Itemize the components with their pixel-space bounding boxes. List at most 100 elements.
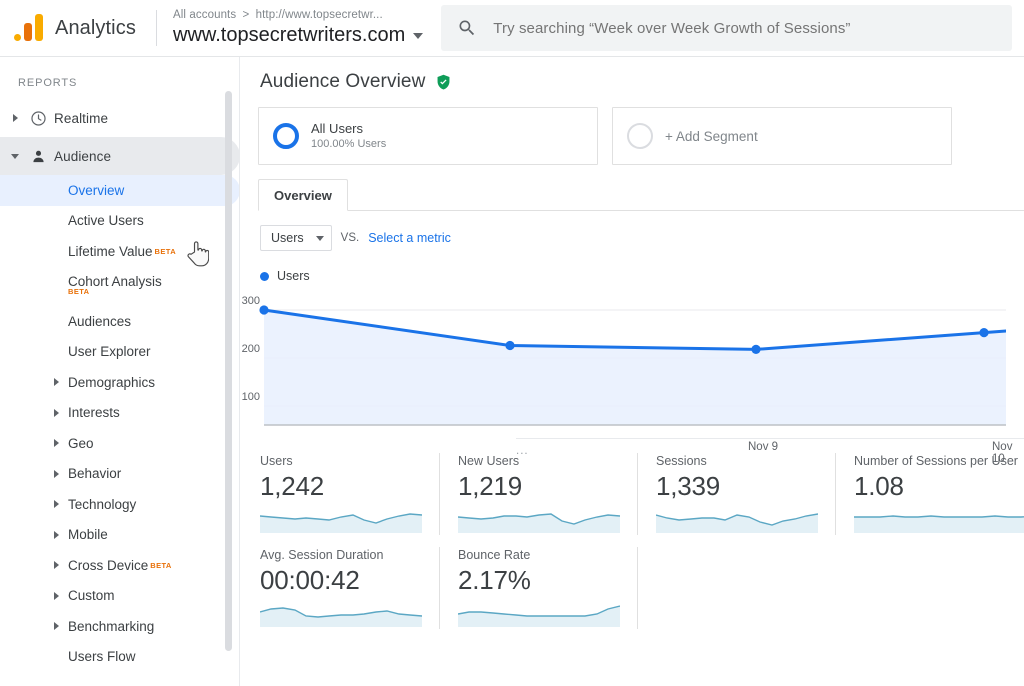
chevron-right-icon bbox=[54, 378, 68, 387]
vs-label: VS. bbox=[340, 232, 360, 244]
segment-ring-icon bbox=[273, 123, 299, 149]
sidebar-item-label: Geo bbox=[68, 435, 94, 451]
sidebar-item-audience[interactable]: Audience bbox=[0, 137, 240, 175]
sidebar-item-cross-device[interactable]: Cross Device BETA bbox=[0, 550, 240, 581]
metric-select-users[interactable]: Users bbox=[260, 225, 332, 251]
tab-overview[interactable]: Overview bbox=[258, 179, 348, 211]
metric-card-sessions[interactable]: Sessions 1,339 bbox=[656, 453, 836, 535]
chevron-right-icon bbox=[54, 530, 68, 539]
sparkline bbox=[458, 513, 620, 533]
sidebar-item-benchmarking[interactable]: Benchmarking bbox=[0, 611, 240, 642]
search-icon bbox=[459, 20, 475, 36]
sidebar-item-overview[interactable]: Overview bbox=[0, 175, 240, 206]
sidebar-section-label: REPORTS bbox=[18, 77, 78, 89]
metric-card-sessions-per-user[interactable]: Number of Sessions per User 1.08 bbox=[854, 453, 1024, 535]
tab-strip: Overview bbox=[258, 179, 1024, 211]
metric-card-value: 2.17% bbox=[458, 565, 531, 595]
sidebar-item-lifetime-value[interactable]: Lifetime Value BETA bbox=[0, 236, 240, 267]
chevron-right-icon bbox=[54, 561, 68, 570]
sidebar-item-behavior[interactable]: Behavior bbox=[0, 459, 240, 490]
metric-card-value: 1.08 bbox=[854, 471, 904, 501]
chart-bottom-divider bbox=[516, 438, 1024, 439]
add-segment-label: + Add Segment bbox=[665, 128, 758, 144]
chevron-down-icon bbox=[315, 235, 324, 241]
sidebar-item-custom[interactable]: Custom bbox=[0, 581, 240, 612]
metric-card-value: 00:00:42 bbox=[260, 565, 360, 595]
sidebar-item-user-explorer[interactable]: User Explorer bbox=[0, 337, 240, 368]
breadcrumb: All accounts > http://www.topsecretwr... bbox=[173, 8, 423, 23]
sidebar-item-label: Audience bbox=[54, 148, 112, 164]
ytick-100: 100 bbox=[242, 391, 260, 403]
beta-badge: BETA bbox=[154, 246, 177, 256]
sidebar-item-acquisition[interactable]: Acquisition bbox=[0, 680, 240, 686]
chevron-right-icon bbox=[54, 439, 68, 448]
add-segment-button[interactable]: + Add Segment bbox=[612, 107, 952, 165]
sidebar-item-audiences[interactable]: Audiences bbox=[0, 306, 240, 337]
sidebar-scrollbar[interactable] bbox=[225, 91, 232, 651]
select-a-metric-link[interactable]: Select a metric bbox=[368, 231, 451, 245]
sparkline bbox=[260, 607, 422, 627]
legend-dot-users bbox=[260, 271, 269, 281]
analytics-app: Analytics All accounts > http://www.tops… bbox=[0, 0, 1024, 686]
metric-card-label: New Users bbox=[458, 454, 520, 468]
sidebar-item-realtime[interactable]: Realtime bbox=[0, 99, 240, 137]
analytics-logo-icon bbox=[12, 13, 46, 43]
metric-card-bounce-rate[interactable]: Bounce Rate 2.17% bbox=[458, 547, 638, 629]
person-icon bbox=[22, 148, 54, 165]
sidebar-item-interests[interactable]: Interests bbox=[0, 398, 240, 429]
empty-ring-icon bbox=[627, 123, 653, 149]
metric-card-value: 1,339 bbox=[656, 471, 721, 501]
sidebar-item-label: User Explorer bbox=[68, 344, 151, 360]
metric-card-value: 1,219 bbox=[458, 471, 523, 501]
beta-badge: BETA bbox=[150, 560, 172, 570]
metric-card-users[interactable]: Users 1,242 bbox=[260, 453, 440, 535]
sparkline bbox=[854, 515, 1024, 533]
sidebar-item-label: Custom bbox=[68, 588, 115, 604]
sidebar-item-geo[interactable]: Geo bbox=[0, 428, 240, 459]
sidebar-item-users-flow[interactable]: Users Flow bbox=[0, 642, 240, 673]
account-name[interactable]: www.topsecretwriters.com bbox=[173, 23, 424, 48]
metric-card-value: 1,242 bbox=[260, 471, 325, 501]
sidebar-item-mobile[interactable]: Mobile bbox=[0, 520, 240, 551]
chevron-right-icon bbox=[54, 591, 68, 600]
chart-point bbox=[505, 340, 515, 351]
sidebar-item-demographics[interactable]: Demographics bbox=[0, 367, 240, 398]
sidebar-item-cohort-analysis[interactable]: Cohort Analysis BETA bbox=[0, 267, 240, 298]
sidebar-item-label: Audiences bbox=[68, 313, 132, 329]
green-shield-check-icon bbox=[437, 74, 450, 90]
chevron-down-icon bbox=[8, 153, 22, 159]
sidebar-item-active-users[interactable]: Active Users bbox=[0, 206, 240, 237]
legend-label-users: Users bbox=[277, 269, 310, 283]
segment-bar: All Users 100.00% Users + Add Segment bbox=[240, 107, 1024, 165]
search-box[interactable] bbox=[441, 5, 1012, 51]
users-over-time-chart[interactable]: 300 200 100 ... Nov 9 Nov 10 bbox=[240, 289, 1024, 465]
chevron-right-icon bbox=[54, 408, 68, 417]
metric-card-label: Bounce Rate bbox=[458, 548, 531, 562]
breadcrumb-property[interactable]: http://www.topsecretwr... bbox=[256, 9, 383, 21]
sidebar-item-technology[interactable]: Technology bbox=[0, 489, 240, 520]
account-selector[interactable]: All accounts > http://www.topsecretwr...… bbox=[173, 8, 424, 48]
metric-card-label: Avg. Session Duration bbox=[260, 548, 384, 562]
metric-selector-row: Users VS. Select a metric bbox=[240, 211, 1024, 251]
ytick-200: 200 bbox=[242, 343, 260, 355]
breadcrumb-all-accounts[interactable]: All accounts bbox=[173, 9, 236, 21]
brand-name: Analytics bbox=[55, 16, 136, 39]
xtick-nov-9: Nov 9 bbox=[748, 441, 779, 453]
brand[interactable]: Analytics bbox=[0, 13, 152, 43]
sparkline bbox=[458, 605, 620, 627]
sparkline bbox=[260, 513, 422, 533]
chart-svg: 300 200 100 bbox=[242, 289, 1006, 426]
metric-card-label: Number of Sessions per User bbox=[854, 454, 1018, 468]
page-title: Audience Overview bbox=[260, 71, 426, 92]
metric-card-avg-session-duration[interactable]: Avg. Session Duration 00:00:42 bbox=[260, 547, 440, 629]
metric-card-label: Sessions bbox=[656, 454, 707, 468]
chart-point bbox=[259, 305, 269, 315]
search-input[interactable] bbox=[493, 19, 996, 37]
segment-all-users[interactable]: All Users 100.00% Users bbox=[258, 107, 598, 165]
chart-legend: Users bbox=[240, 251, 1024, 283]
metric-card-new-users[interactable]: New Users 1,219 bbox=[458, 453, 638, 535]
search-area bbox=[423, 5, 1024, 51]
ytick-300: 300 bbox=[242, 295, 260, 307]
sidebar-item-label: Overview bbox=[68, 182, 125, 198]
